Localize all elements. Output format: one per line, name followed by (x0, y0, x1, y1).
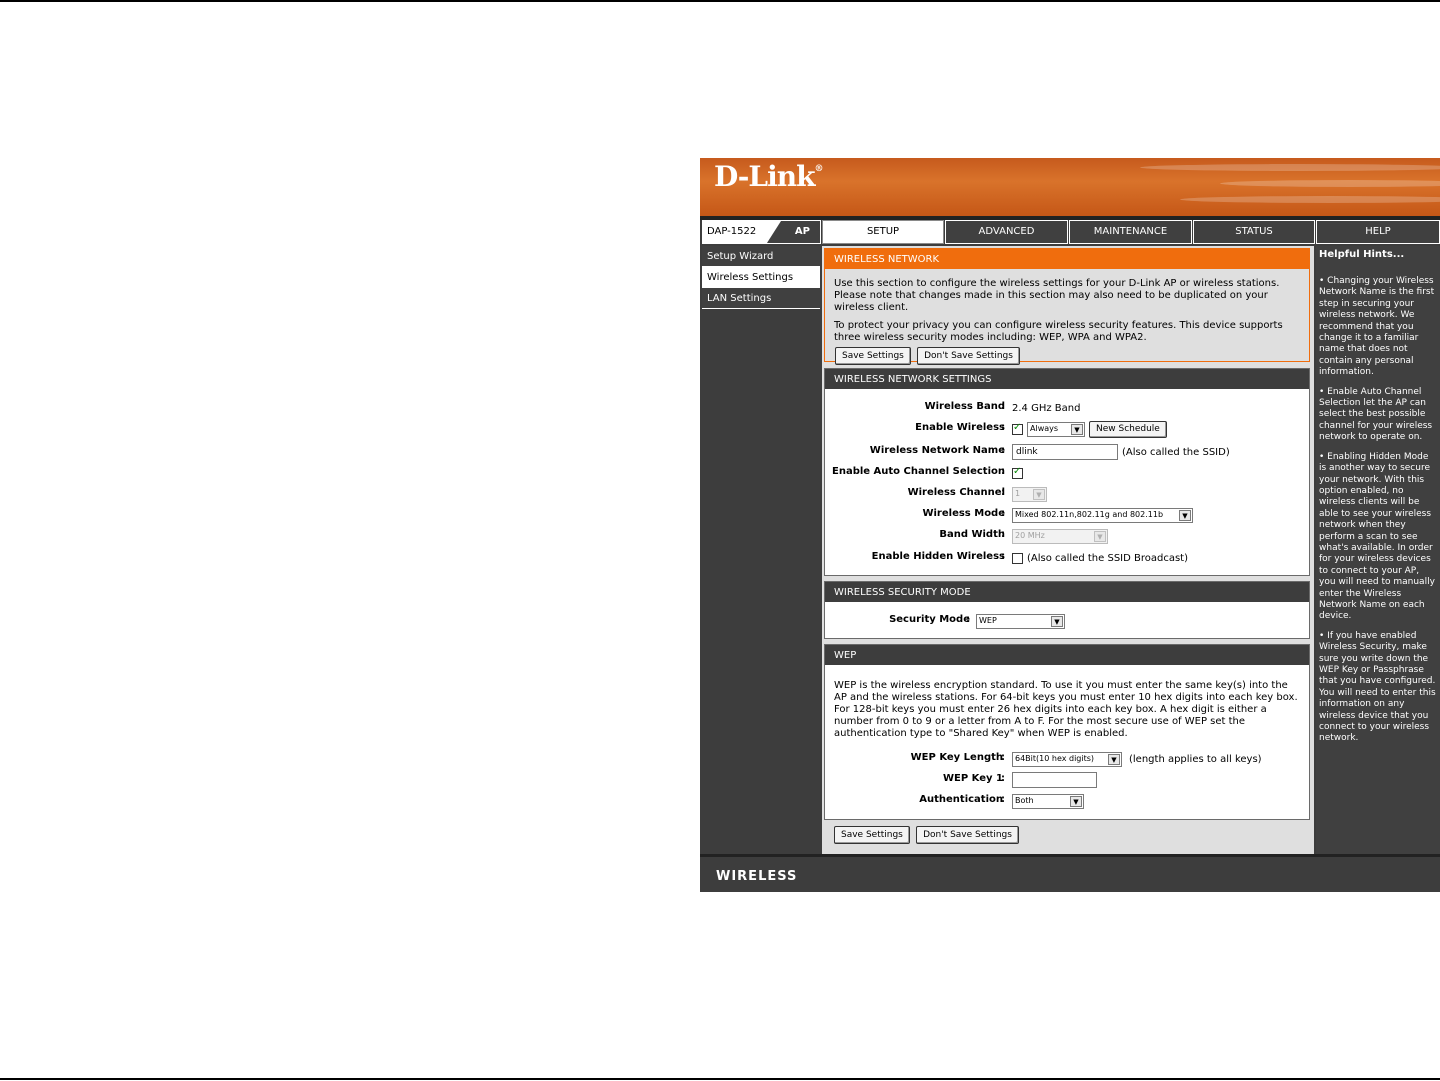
hidden-wireless-note: (Also called the SSID Broadcast) (1027, 552, 1189, 564)
brand-banner: D-Link® (700, 158, 1440, 216)
new-schedule-button[interactable]: New Schedule (1089, 420, 1167, 438)
hidden-wireless-checkbox[interactable] (1012, 552, 1023, 564)
chevron-down-icon: ▼ (1071, 423, 1083, 435)
enable-wireless-checkbox[interactable] (1012, 422, 1023, 435)
privacy-text: To protect your privacy you can configur… (834, 320, 1283, 343)
wireless-channel-select[interactable]: 1 ▼ (1012, 486, 1047, 502)
model-name: DAP-1522 (703, 221, 781, 243)
security-mode-select[interactable]: WEP ▼ (976, 613, 1065, 629)
wep-key1-input[interactable] (1012, 772, 1097, 788)
intro-text: Use this section to configure the wirele… (834, 278, 1280, 313)
wireless-mode-select[interactable]: Mixed 802.11n,802.11g and 802.11b ▼ (1012, 507, 1193, 523)
nav-wireless-settings[interactable]: Wireless Settings (702, 267, 820, 288)
schedule-select[interactable]: Always ▼ (1027, 421, 1085, 437)
chevron-down-icon: ▼ (1070, 795, 1082, 807)
dont-save-settings-button[interactable]: Don't Save Settings (917, 347, 1020, 365)
hint-ssid: • Changing your Wireless Network Name is… (1319, 276, 1435, 378)
nav-lan-settings[interactable]: LAN Settings (702, 288, 820, 309)
hints-title: Helpful Hints... (1319, 249, 1405, 260)
chevron-down-icon: ▼ (1108, 753, 1120, 765)
authentication-select[interactable]: Both ▼ (1012, 793, 1084, 809)
footer-wireless-label: WIRELESS (716, 869, 798, 884)
bottom-buttons: Save Settings Don't Save Settings (834, 826, 1019, 844)
wireless-network-section: WIRELESS NETWORK Use this section to con… (824, 248, 1310, 365)
wep-key-length-note: (length applies to all keys) (1129, 753, 1262, 765)
tab-help[interactable]: HELP (1316, 220, 1440, 244)
left-nav: Setup Wizard Wireless Settings LAN Setti… (702, 246, 820, 309)
tab-maintenance[interactable]: MAINTENANCE (1069, 220, 1192, 244)
save-settings-button-bottom[interactable]: Save Settings (834, 826, 910, 844)
section-title: WIRELESS NETWORK (825, 249, 1309, 269)
wireless-mode-row: Wireless Mode : Mixed 802.11n,802.11g an… (825, 506, 1311, 524)
ssid-row: Wireless Network Name : dlink (Also call… (825, 443, 1311, 461)
hint-auto-channel: • Enable Auto Channel Selection let the … (1319, 386, 1433, 443)
band-width-row: Band Width : 20 MHz ▼ (825, 527, 1311, 545)
chevron-down-icon: ▼ (1033, 488, 1045, 500)
wireless-band-row: Wireless Band : 2.4 GHz Band (924, 401, 1081, 414)
nav-setup-wizard[interactable]: Setup Wizard (702, 246, 820, 267)
model-badge: DAP-1522 AP (702, 220, 821, 244)
save-settings-button[interactable]: Save Settings (835, 347, 911, 365)
chevron-down-icon: ▼ (1179, 509, 1191, 521)
auto-channel-checkbox[interactable] (1012, 466, 1023, 479)
tab-advanced[interactable]: ADVANCED (945, 220, 1068, 244)
wep-key1-row: WEP Key 1 : (825, 771, 1311, 789)
section-title: WIRELESS NETWORK SETTINGS (825, 369, 1309, 389)
tab-status[interactable]: STATUS (1193, 220, 1315, 244)
top-tabs: DAP-1522 AP SETUP ADVANCED MAINTENANCE S… (700, 220, 1440, 244)
wep-key-length-select[interactable]: 64Bit(10 hex digits) ▼ (1012, 751, 1122, 767)
ssid-note: (Also called the SSID) (1122, 446, 1230, 458)
wireless-network-settings-section: WIRELESS NETWORK SETTINGS Wireless Band … (824, 368, 1310, 576)
main-content: WIRELESS NETWORK Use this section to con… (822, 246, 1314, 854)
wireless-channel-row: Wireless Channel : 1 ▼ (825, 485, 1311, 503)
wep-description: WEP is the wireless encryption standard.… (834, 680, 1298, 739)
dlink-logo: D-Link® (714, 160, 824, 193)
section-title: WEP (825, 645, 1309, 665)
auto-channel-row: Enable Auto Channel Selection : (825, 464, 1311, 482)
hint-security: • If you have enabled Wireless Security,… (1319, 630, 1436, 744)
ssid-input[interactable]: dlink (1012, 444, 1118, 460)
tab-setup[interactable]: SETUP (822, 220, 944, 244)
wireless-band-value: 2.4 GHz Band (1012, 402, 1081, 414)
footer-bar: WIRELESS (700, 854, 1440, 892)
wep-section: WEP WEP is the wireless encryption stand… (824, 644, 1310, 820)
wep-key-length-row: WEP Key Length : 64Bit(10 hex digits) ▼ (… (910, 751, 1262, 767)
model-mode: AP (794, 226, 810, 237)
dont-save-settings-button-bottom[interactable]: Don't Save Settings (916, 826, 1019, 844)
security-mode-row: Security Mode : WEP ▼ (825, 612, 1311, 630)
chevron-down-icon: ▼ (1094, 530, 1106, 542)
section-title: WIRELESS SECURITY MODE (825, 582, 1309, 602)
chevron-down-icon: ▼ (1051, 615, 1063, 627)
wireless-security-mode-section: WIRELESS SECURITY MODE Security Mode : W… (824, 581, 1310, 639)
router-ui: D-Link® DAP-1522 AP SETUP ADVANCED MAINT… (700, 158, 1440, 892)
helpful-hints-panel: Helpful Hints... • Changing your Wireles… (1316, 246, 1440, 854)
authentication-row: Authentication : Both ▼ (825, 792, 1311, 810)
hint-hidden-mode: • Enabling Hidden Mode is another way to… (1319, 451, 1435, 622)
enable-wireless-row: Enable Wireless : Always▼ New Schedule (825, 420, 1311, 438)
page-top-rule (0, 0, 1440, 2)
page-bottom-rule (0, 1078, 1440, 1080)
band-width-select[interactable]: 20 MHz ▼ (1012, 528, 1108, 544)
hidden-wireless-row: Enable Hidden Wireless : (Also called th… (871, 551, 1189, 564)
